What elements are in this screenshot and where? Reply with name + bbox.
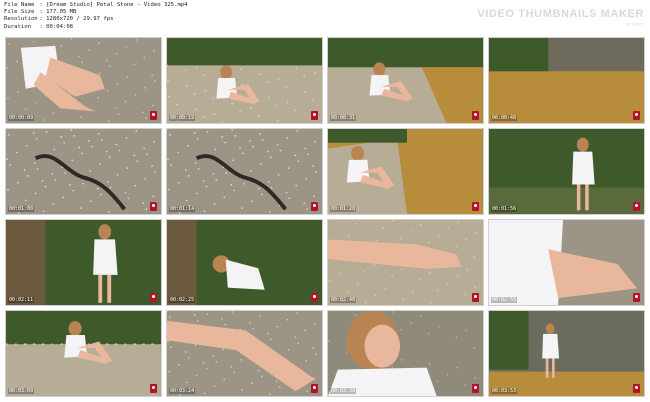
thumbnail-frame: 00:00:09 [5, 37, 162, 124]
studio-logo-icon [472, 293, 479, 302]
studio-logo-icon [633, 293, 640, 302]
thumbnail-frame: 00:02:11 [5, 219, 162, 306]
thumbnail-frame: 00:01:14 [166, 128, 323, 215]
studio-logo-icon [150, 202, 157, 211]
thumbnail-image [328, 311, 483, 396]
thumbnail-grid: 00:00:09 00:00:19 00:00:31 00:00:48 00:01:00… [4, 36, 646, 398]
thumbnail-image [6, 311, 161, 396]
meta-key: File Name [4, 2, 35, 8]
studio-logo-icon [633, 202, 640, 211]
thumbnail-timestamp: 00:03:09 [8, 388, 35, 394]
thumbnail-timestamp: 00:02:11 [8, 297, 35, 303]
thumbnail-frame: 00:03:09 [5, 310, 162, 397]
thumbnail-timestamp: 00:03:24 [169, 388, 196, 394]
thumbnail-timestamp: 00:00:19 [169, 115, 196, 121]
thumbnail-timestamp: 00:01:14 [169, 206, 196, 212]
meta-value: 00:04:08 [46, 23, 74, 30]
thumbnail-frame: 00:00:48 [488, 37, 645, 124]
studio-logo-icon [311, 293, 318, 302]
thumbnail-timestamp: 00:01:00 [8, 206, 35, 212]
thumbnail-frame: 00:01:28 [327, 128, 484, 215]
thumbnail-image [489, 220, 644, 305]
studio-logo-icon [311, 202, 318, 211]
meta-key: File Size [4, 9, 35, 16]
meta-row-file-size: File Size : 177.05 MB [4, 9, 77, 16]
thumbnail-timestamp: 00:02:25 [169, 297, 196, 303]
studio-logo-icon [150, 293, 157, 302]
meta-key: Resolution [4, 16, 38, 23]
studio-logo-icon [311, 384, 318, 393]
studio-logo-icon [472, 111, 479, 120]
thumbnail-image [328, 220, 483, 305]
thumbnail-timestamp: 00:01:56 [491, 206, 518, 212]
thumbnail-frame: 00:02:40 [327, 219, 484, 306]
thumbnail-timestamp: 00:01:28 [330, 206, 357, 212]
logo-text: VIDEO THUMBNAILS MAKER [477, 8, 644, 20]
thumbnail-image [6, 38, 161, 123]
thumbnail-frame: 00:02:55 [488, 219, 645, 306]
thumbnail-timestamp: 00:03:38 [330, 388, 357, 394]
thumbnail-frame: 00:00:19 [166, 37, 323, 124]
studio-logo-icon [633, 384, 640, 393]
studio-logo-icon [150, 111, 157, 120]
thumbnail-image [489, 311, 644, 396]
studio-logo-icon [311, 111, 318, 120]
studio-logo-icon [150, 384, 157, 393]
thumbnail-image [489, 129, 644, 214]
thumbnail-image [328, 129, 483, 214]
thumbnail-frame: 00:02:25 [166, 219, 323, 306]
thumbnail-timestamp: 00:02:40 [330, 297, 357, 303]
thumbnail-frame: 00:00:31 [327, 37, 484, 124]
thumbnail-image [167, 38, 322, 123]
meta-value: [Dream Studio] Petal Stone - Video 325.m… [46, 2, 188, 8]
thumbnail-frame: 00:03:53 [488, 310, 645, 397]
thumbnail-frame: 00:01:56 [488, 128, 645, 215]
thumbnail-image [167, 129, 322, 214]
meta-row-duration: Duration : 00:04:08 [4, 23, 74, 30]
meta-key: Duration [4, 23, 31, 30]
thumbnail-timestamp: 00:00:31 [330, 115, 357, 121]
thumbnail-frame: 00:01:00 [5, 128, 162, 215]
watermark-logo: VIDEO THUMBNAILS MAKER by Viewer [477, 8, 644, 26]
thumbnail-image [489, 38, 644, 123]
thumbnail-frame: 00:03:38 [327, 310, 484, 397]
file-metadata: File Name : [Dream Studio] Petal Stone -… [4, 2, 188, 31]
meta-row-resolution: Resolution : 1280x720 / 29.97 fps [4, 16, 114, 23]
thumbnail-image [6, 220, 161, 305]
meta-value: 177.05 MB [46, 9, 77, 16]
thumbnail-timestamp: 00:00:48 [491, 115, 518, 121]
thumbnail-timestamp: 00:00:09 [8, 115, 35, 121]
thumbnail-frame: 00:03:24 [166, 310, 323, 397]
studio-logo-icon [633, 111, 640, 120]
thumbnail-image [167, 220, 322, 305]
thumbnail-image [167, 311, 322, 396]
thumbnail-image [6, 129, 161, 214]
studio-logo-icon [472, 384, 479, 393]
thumbnail-image [328, 38, 483, 123]
logo-subtext: by Viewer [626, 21, 645, 26]
thumbnail-timestamp: 00:03:53 [491, 388, 518, 394]
meta-row-file-name: File Name : [Dream Studio] Petal Stone -… [4, 2, 188, 8]
studio-logo-icon [472, 202, 479, 211]
meta-value: 1280x720 / 29.97 fps [46, 16, 114, 23]
header: File Name : [Dream Studio] Petal Stone -… [0, 0, 650, 36]
thumbnail-timestamp: 00:02:55 [491, 297, 518, 303]
